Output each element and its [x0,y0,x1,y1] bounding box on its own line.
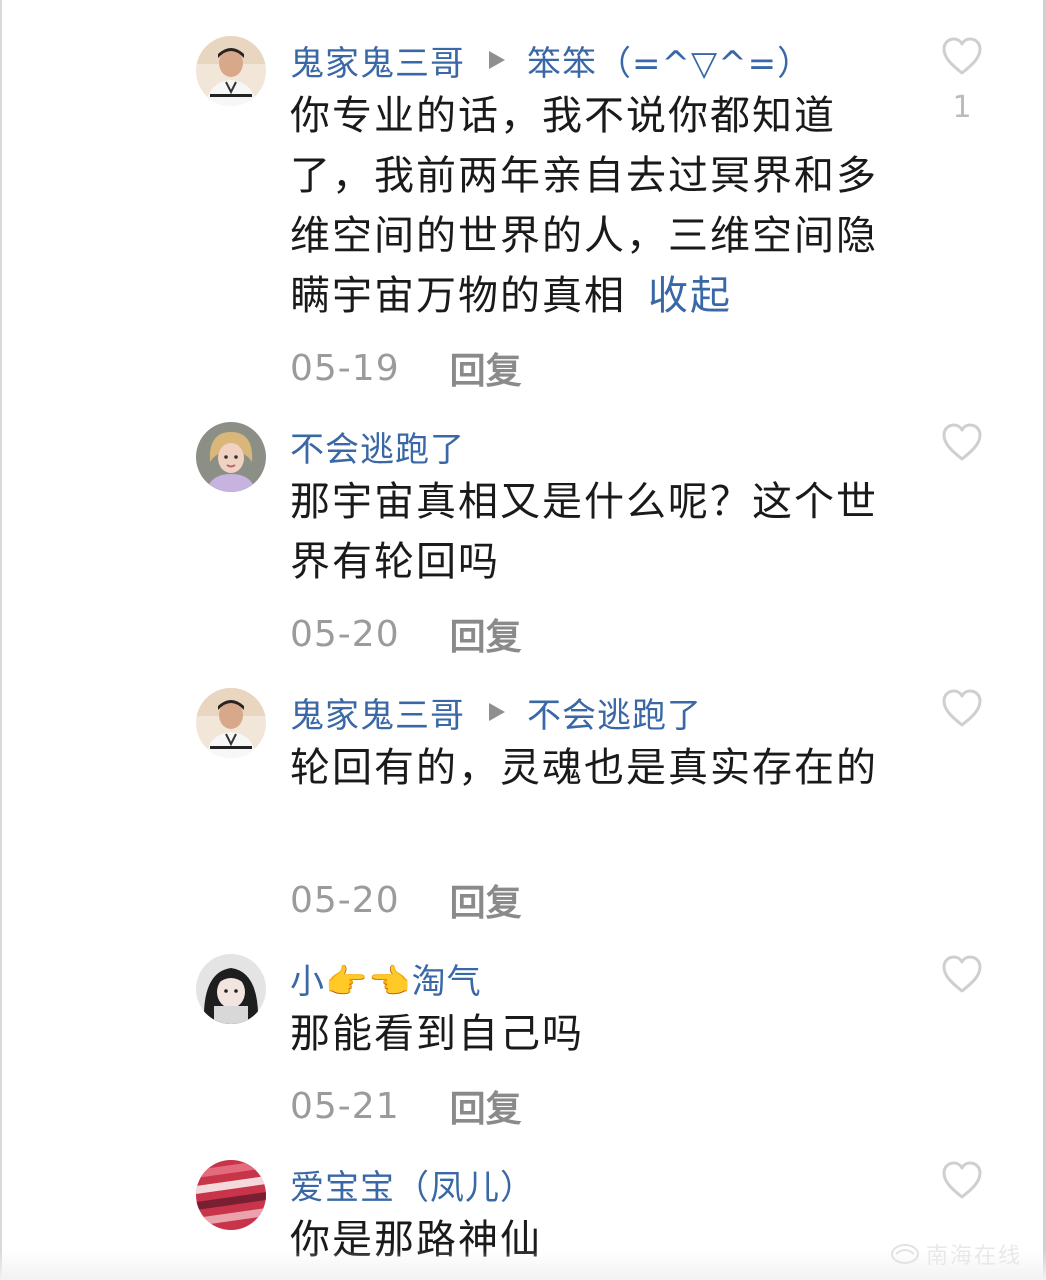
man-avatar[interactable] [196,688,266,758]
heart-icon [942,1161,982,1199]
comment-text-content: 轮回有的，灵魂也是真实存在的 [290,745,878,791]
pattern-avatar[interactable] [196,1160,266,1230]
heart-icon [942,689,982,727]
heart-icon [942,423,982,461]
comment-meta: 05-20 回复 [290,608,522,660]
comment-date: 05-21 [290,1085,400,1127]
comment-text-content: 那宇宙真相又是什么呢？这个世界有轮回吗 [290,479,878,585]
comment-text: 你专业的话，我不说你都知道了，我前两年亲自去过冥界和多维空间的世界的人，三维空间… [290,86,890,326]
heart-icon [942,37,982,75]
left-border [0,0,2,1280]
watermark: 南海在线 [890,1238,1022,1270]
heart-icon [942,955,982,993]
author-name[interactable]: 小👉👈淘气 [290,954,482,1003]
comment-date: 05-19 [290,347,400,389]
like-count: 1 [952,90,972,125]
man-avatar[interactable] [196,36,266,106]
comment-meta: 05-21 回复 [290,1080,522,1132]
like-button[interactable] [940,954,984,994]
comment-meta: 05-19 回复 [290,342,522,394]
like-button[interactable] [940,36,984,76]
author-name[interactable]: 不会逃跑了 [290,422,465,471]
comment-meta: 05-20 回复 [290,874,522,926]
watermark-logo-icon [890,1244,919,1264]
comment-header: 爱宝宝（凤儿） [290,1160,535,1209]
like-button[interactable] [940,688,984,728]
comment-text: 那能看到自己吗 [290,1004,890,1064]
comment-text-content: 那能看到自己吗 [290,1011,584,1057]
reply-button[interactable]: 回复 [450,608,522,660]
watermark-text: 南海在线 [925,1244,1022,1269]
reply-arrow-icon [489,51,505,69]
comment-header: 鬼家鬼三哥 笨笨（=^▽^=） [290,36,812,85]
reply-arrow-icon [489,703,505,721]
woman-avatar[interactable] [196,422,266,492]
comment-date: 05-20 [290,613,400,655]
author-name[interactable]: 鬼家鬼三哥 [290,688,465,737]
comment-text-content: 你专业的话，我不说你都知道了，我前两年亲自去过冥界和多维空间的世界的人，三维空间… [290,93,878,319]
like-button[interactable] [940,422,984,462]
reply-button[interactable]: 回复 [450,874,522,926]
reply-to-name[interactable]: 不会逃跑了 [527,688,702,737]
comment-header: 小👉👈淘气 [290,954,482,1003]
comment-date: 05-20 [290,879,400,921]
comment-header: 不会逃跑了 [290,422,465,471]
author-name[interactable]: 鬼家鬼三哥 [290,36,465,85]
girl-avatar[interactable] [196,954,266,1024]
comment-text: 轮回有的，灵魂也是真实存在的 [290,738,890,798]
author-name[interactable]: 爱宝宝（凤儿） [290,1160,535,1209]
comment-header: 鬼家鬼三哥 不会逃跑了 [290,688,702,737]
reply-button[interactable]: 回复 [450,342,522,394]
collapse-link[interactable]: 收起 [648,273,732,319]
like-button[interactable] [940,1160,984,1200]
reply-to-name[interactable]: 笨笨（=^▽^=） [527,36,812,85]
reply-button[interactable]: 回复 [450,1080,522,1132]
comment-text: 那宇宙真相又是什么呢？这个世界有轮回吗 [290,472,890,592]
